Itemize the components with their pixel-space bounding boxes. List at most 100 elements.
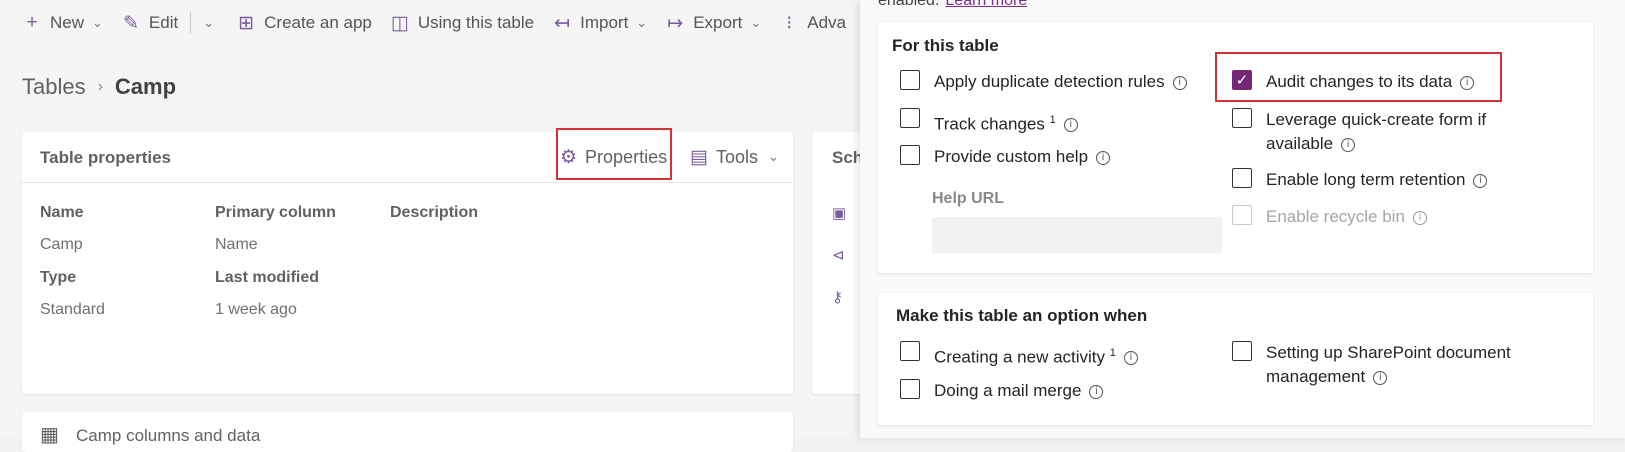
- table-usage-icon: ◫: [390, 12, 409, 34]
- export-arrow-icon: ↦: [667, 12, 684, 34]
- breadcrumb-tables-link[interactable]: Tables: [22, 74, 86, 100]
- quick-create-label: Leverage quick-create form if available: [1266, 110, 1487, 153]
- new-activity-label: Creating a new activity: [934, 347, 1106, 367]
- new-button[interactable]: + New ⌄: [22, 0, 103, 46]
- import-arrow-icon: ↤: [554, 12, 571, 34]
- sharepoint-label: Setting up SharePoint document managemen…: [1266, 343, 1511, 386]
- info-icon[interactable]: i: [1412, 210, 1427, 225]
- info-icon[interactable]: i: [1063, 118, 1078, 133]
- primary-column-value: Name: [215, 236, 258, 253]
- info-icon[interactable]: i: [1123, 351, 1138, 366]
- footnote-marker: 1: [1049, 114, 1056, 126]
- custom-help-option[interactable]: Provide custom help i: [900, 145, 1111, 169]
- text-column-icon[interactable]: ▣: [832, 204, 846, 222]
- table-icon: ▦: [40, 424, 59, 446]
- info-icon[interactable]: i: [1089, 384, 1104, 399]
- edit-more-button[interactable]: ⌄: [203, 0, 214, 46]
- section-title: Make this table an option when: [896, 306, 1148, 325]
- sharepoint-option[interactable]: Setting up SharePoint document managemen…: [1232, 341, 1532, 389]
- last-modified-value: 1 week ago: [215, 301, 297, 318]
- chevron-down-icon: ⌄: [750, 15, 762, 30]
- chevron-down-icon: ⌄: [636, 15, 648, 30]
- info-icon[interactable]: i: [1172, 75, 1187, 90]
- mail-merge-label: Doing a mail merge: [934, 381, 1082, 400]
- mail-merge-checkbox[interactable]: [900, 379, 920, 399]
- table-properties-title: Table properties: [40, 148, 171, 167]
- advanced-options-panel: enabled. Learn more For this table Apply …: [860, 0, 1625, 438]
- recycle-bin-checkbox: [1232, 205, 1252, 225]
- track-changes-option[interactable]: Track changes 1i: [900, 108, 1078, 137]
- new-activity-option[interactable]: Creating a new activity 1i: [900, 341, 1138, 370]
- option-when-section: Make this table an option when Creating …: [878, 293, 1593, 425]
- columns-card-title: Camp columns and data: [76, 426, 261, 445]
- panel-intro: enabled. Learn more: [878, 0, 1027, 10]
- info-icon[interactable]: i: [1341, 137, 1356, 152]
- track-changes-checkbox[interactable]: [900, 108, 920, 128]
- using-table-button[interactable]: ◫ Using this table: [390, 0, 534, 46]
- toolbox-icon: ▤: [690, 146, 708, 168]
- recycle-bin-option: Enable recycle bin i: [1232, 205, 1427, 229]
- chevron-right-icon: ›: [97, 78, 103, 95]
- pencil-icon: ✎: [122, 12, 139, 34]
- last-modified-label: Last modified: [215, 269, 320, 286]
- mail-merge-option[interactable]: Doing a mail merge i: [900, 379, 1104, 403]
- quick-create-option[interactable]: Leverage quick-create form if available i: [1232, 108, 1522, 156]
- using-table-label: Using this table: [417, 13, 535, 32]
- table-properties-header: Table properties ⚙ Properties ▤ Tools ⌄: [22, 128, 793, 183]
- key-icon[interactable]: ⚷: [832, 288, 843, 306]
- intro-text: enabled.: [878, 0, 940, 9]
- custom-help-label: Provide custom help: [934, 147, 1089, 166]
- long-term-retention-label: Enable long term retention: [1266, 170, 1466, 189]
- create-app-label: Create an app: [264, 13, 372, 32]
- quick-create-checkbox[interactable]: [1232, 108, 1252, 128]
- new-label: New: [50, 13, 85, 32]
- columns-card: ▦ Camp columns and data: [22, 412, 793, 452]
- custom-help-checkbox[interactable]: [900, 145, 920, 165]
- create-app-button[interactable]: ⊞ Create an app: [236, 0, 372, 46]
- help-url-label: Help URL: [932, 190, 1004, 207]
- for-this-table-section: For this table Apply duplicate detection…: [878, 22, 1593, 273]
- description-label: Description: [390, 204, 479, 221]
- tools-label: Tools: [715, 146, 758, 167]
- chevron-down-icon: ⌄: [92, 15, 103, 30]
- duplicate-detection-checkbox[interactable]: [900, 70, 920, 90]
- relationship-icon[interactable]: ⊲: [832, 246, 845, 264]
- advanced-button[interactable]: ⁝ Adva: [779, 0, 846, 46]
- export-label: Export: [693, 13, 743, 32]
- help-url-input[interactable]: [932, 217, 1222, 253]
- duplicate-detection-option[interactable]: Apply duplicate detection rules i: [900, 70, 1187, 94]
- sliders-icon: ⁝: [786, 12, 793, 34]
- toolbar-divider: [190, 12, 192, 34]
- background-page: + New ⌄ ✎ Edit ⌄ ⊞ Create an app ◫ Using…: [0, 0, 872, 452]
- learn-more-link[interactable]: Learn more: [945, 0, 1027, 9]
- table-properties-card: Table properties ⚙ Properties ▤ Tools ⌄ …: [22, 128, 793, 394]
- import-button[interactable]: ↤ Import ⌄: [552, 0, 647, 46]
- app-grid-icon: ⊞: [238, 12, 255, 34]
- type-label: Type: [40, 269, 77, 286]
- edit-button[interactable]: ✎ Edit: [121, 0, 178, 46]
- tools-button[interactable]: ▤ Tools ⌄: [690, 132, 779, 182]
- sharepoint-checkbox[interactable]: [1232, 341, 1252, 361]
- advanced-label: Adva: [807, 13, 846, 32]
- name-value: Camp: [40, 236, 83, 253]
- command-bar: + New ⌄ ✎ Edit ⌄ ⊞ Create an app ◫ Using…: [0, 0, 860, 46]
- info-icon[interactable]: i: [1096, 150, 1111, 165]
- page-title: Camp: [114, 74, 177, 99]
- duplicate-detection-label: Apply duplicate detection rules: [934, 72, 1165, 91]
- section-title: For this table: [892, 36, 999, 55]
- type-value: Standard: [40, 301, 105, 318]
- footnote-marker: 1: [1109, 347, 1116, 359]
- info-icon[interactable]: i: [1473, 173, 1488, 188]
- plus-icon: +: [26, 12, 38, 33]
- breadcrumb: Tables › Camp: [22, 74, 176, 100]
- new-activity-checkbox[interactable]: [900, 341, 920, 361]
- long-term-retention-option[interactable]: Enable long term retention i: [1232, 168, 1488, 192]
- long-term-retention-checkbox[interactable]: [1232, 168, 1252, 188]
- chevron-down-icon: ⌄: [767, 149, 779, 164]
- export-button[interactable]: ↦ Export ⌄: [665, 0, 761, 46]
- info-icon[interactable]: i: [1373, 370, 1388, 385]
- highlight-box: [1215, 52, 1502, 102]
- schema-title: Sch: [832, 148, 864, 167]
- edit-label: Edit: [148, 13, 179, 32]
- primary-column-label: Primary column: [215, 204, 336, 221]
